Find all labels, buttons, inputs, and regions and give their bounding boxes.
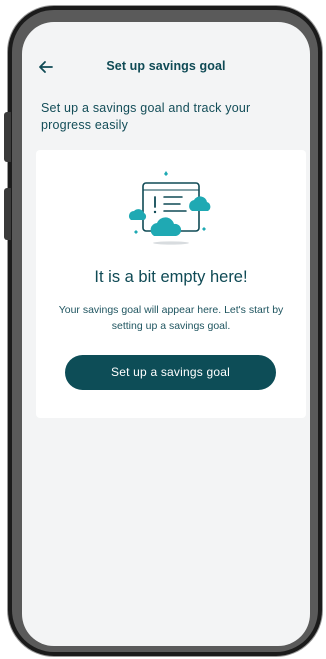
app-screen: Set up savings goal Set up a savings goa… [22, 22, 310, 646]
top-bar: Set up savings goal [22, 52, 310, 82]
phone-side-button [4, 188, 11, 240]
set-up-savings-goal-button[interactable]: Set up a savings goal [65, 355, 276, 390]
empty-state-card: It is a bit empty here! Your savings goa… [36, 150, 306, 418]
phone-side-button [4, 112, 11, 162]
page-title: Set up savings goal [106, 59, 226, 73]
intro-text: Set up a savings goal and track your pro… [41, 101, 251, 132]
empty-state-title: It is a bit empty here! [94, 268, 248, 286]
empty-state-message: Your savings goal will appear here. Let'… [58, 304, 284, 332]
document-with-clouds-icon [129, 171, 211, 245]
